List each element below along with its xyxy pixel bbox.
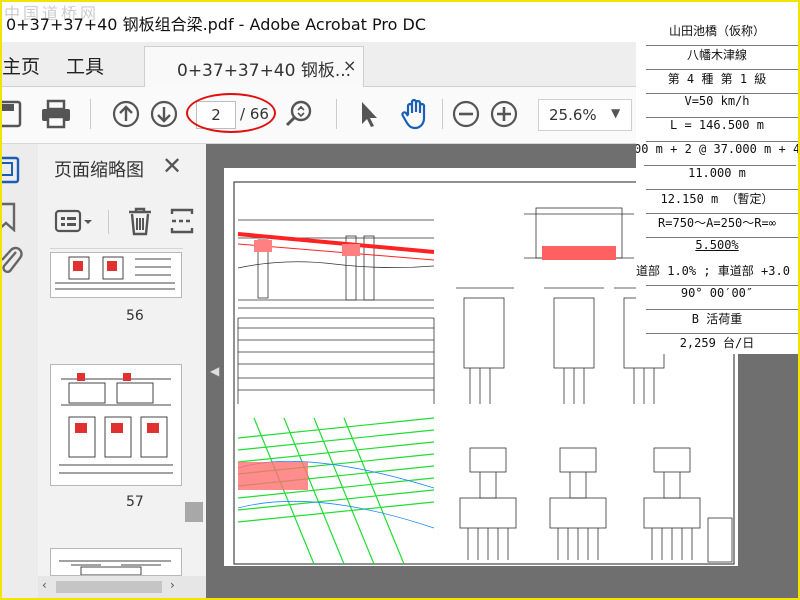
zoom-select[interactable]: 25.6% ▼ [538,99,632,131]
printer-icon[interactable] [40,99,72,129]
close-tab-icon[interactable]: × [343,56,356,75]
zoom-value: 25.6% [549,106,597,124]
save-icon[interactable] [2,99,24,129]
zoom-search-icon[interactable] [284,99,314,129]
thumbnail-drawing [59,373,173,474]
info-row: 11.000 m [636,166,798,190]
info-row: L = 146.500 m [636,118,798,142]
scroll-left-icon[interactable]: ‹ [42,578,47,592]
thumbnail-number: 57 [126,494,144,510]
info-row: 道部 1.0% ; 車道部 +3.0 [636,262,798,286]
horizontal-scrollbar[interactable]: ‹ › [38,576,206,598]
highlight-oval [186,93,276,133]
info-row: R=750～A=250～R=∞ [636,214,798,238]
page-thumbnails-icon[interactable] [2,154,24,184]
thumbnail-number: 56 [126,308,144,324]
scroll-right-icon[interactable]: › [170,578,175,592]
thumbnails-panel: 页面缩略图 ✕ 56 57 ‹ › [38,144,206,598]
thumbnail-drawing [59,560,171,576]
menu-home[interactable]: 主页 [2,52,40,79]
app-window: 中国道桥网 0+37+37+40 钢板组合梁.pdf - Adobe Acrob… [0,0,800,600]
scrollbar-thumb[interactable] [185,502,203,522]
cursor-arrow-icon[interactable] [358,100,380,130]
thumbnail-scrollbar[interactable] [183,248,205,598]
project-info-table: 山田池橋（仮称） 八幡木津線 第 4 種 第 1 級 V=50 km/h L =… [636,14,798,354]
panel-divider [50,248,190,249]
plus-circle-icon[interactable] [490,100,518,128]
collapse-panel-icon[interactable]: ◀ [210,364,219,378]
info-row: 90° 00′00″ [636,286,798,310]
info-row: 八幡木津線 [636,46,798,70]
thumbnails-title: 页面缩略图 [54,160,144,181]
trash-icon[interactable] [126,206,154,236]
arrow-up-circle-icon[interactable] [112,100,140,128]
info-row: B 活荷重 [636,310,798,334]
panel-separator [108,210,109,234]
toolbar-separator [90,99,91,129]
document-tab[interactable]: 0+37+37+40 钢板... × [144,46,364,88]
toolbar-separator [442,99,443,129]
horizontal-scroll-thumb[interactable] [56,581,162,593]
close-panel-icon[interactable]: ✕ [162,152,182,180]
info-row: 第 4 種 第 1 級 [636,70,798,94]
thumbnail-page[interactable] [50,548,182,576]
attachment-icon[interactable] [2,246,24,276]
info-row: 2,259 台/日 [679,336,755,350]
left-rail [2,144,39,598]
window-title: 0+37+37+40 钢板组合梁.pdf - Adobe Acrobat Pro… [6,15,426,34]
thumbnail-page[interactable] [50,364,182,486]
info-row: 12.150 m （暫定） [636,190,798,214]
arrow-down-circle-icon[interactable] [150,100,178,128]
chevron-down-icon: ▼ [611,106,621,120]
info-row: 5.500% [695,238,739,252]
thumbnail-options-icon[interactable] [54,206,94,236]
thumbnail-page[interactable] [50,252,182,298]
info-row: 山田池橋（仮称） [636,22,798,46]
extract-page-icon[interactable] [170,206,194,236]
document-tab-label: 0+37+37+40 钢板... [177,61,352,81]
menu-tools[interactable]: 工具 [66,52,104,79]
minus-circle-icon[interactable] [452,100,480,128]
info-row: 00 m + 2 @ 37.000 m + 41.300 [636,142,798,166]
toolbar-separator [336,99,337,129]
hand-icon[interactable] [400,97,432,131]
info-row: V=50 km/h [636,94,798,118]
bookmark-icon[interactable] [2,202,24,232]
thumbnail-drawing [55,256,175,290]
